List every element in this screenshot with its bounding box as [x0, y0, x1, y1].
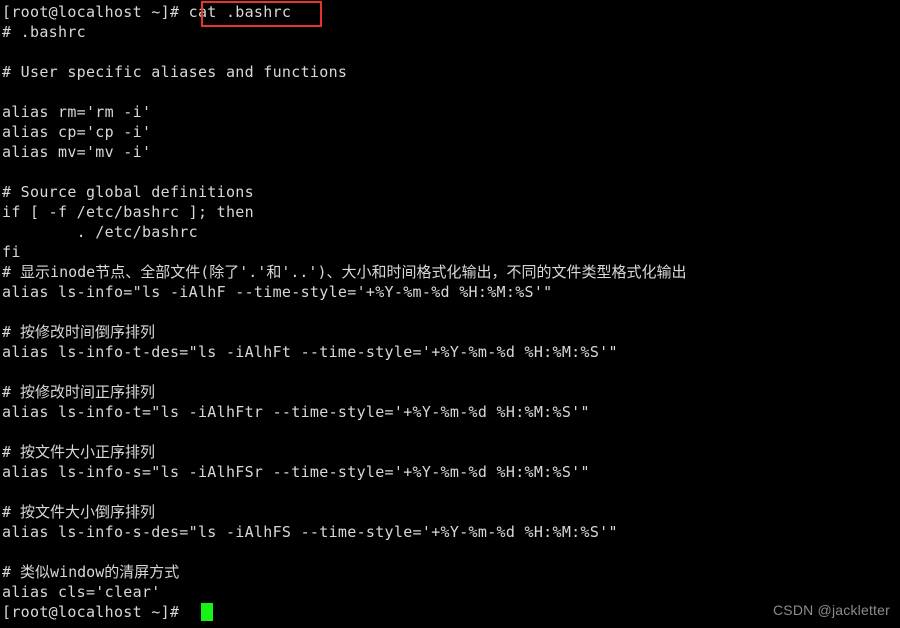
- terminal-window[interactable]: [root@localhost ~]# cat .bashrc # .bashr…: [0, 0, 900, 628]
- terminal-line: alias cp='cp -i': [2, 123, 152, 141]
- terminal-line: if [ -f /etc/bashrc ]; then: [2, 203, 254, 221]
- terminal-line: # 按文件大小正序排列: [2, 443, 156, 461]
- terminal-line: # Source global definitions: [2, 183, 254, 201]
- terminal-output-area[interactable]: [root@localhost ~]# cat .bashrc # .bashr…: [0, 2, 900, 622]
- terminal-line: alias mv='mv -i': [2, 143, 152, 161]
- terminal-line: # 显示inode节点、全部文件(除了'.'和'..')、大小和时间格式化输出，…: [2, 263, 687, 281]
- terminal-line: # 按修改时间倒序排列: [2, 323, 156, 341]
- terminal-line: [root@localhost ~]# cat .bashrc: [2, 3, 292, 21]
- terminal-line: # 类似window的清屏方式: [2, 563, 180, 581]
- terminal-line: alias ls-info-t="ls -iAlhFtr --time-styl…: [2, 403, 590, 421]
- terminal-line: alias ls-info-s="ls -iAlhFSr --time-styl…: [2, 463, 590, 481]
- terminal-prompt-line: [root@localhost ~]#: [2, 603, 189, 621]
- terminal-line: # .bashrc: [2, 23, 86, 41]
- terminal-line: alias rm='rm -i': [2, 103, 152, 121]
- terminal-line: . /etc/bashrc: [2, 223, 198, 241]
- terminal-line: # 按文件大小倒序排列: [2, 503, 156, 521]
- terminal-line: alias ls-info-t-des="ls -iAlhFt --time-s…: [2, 343, 618, 361]
- terminal-cursor: [201, 603, 213, 621]
- terminal-line: alias ls-info-s-des="ls -iAlhFS --time-s…: [2, 523, 618, 541]
- terminal-line: # 按修改时间正序排列: [2, 383, 156, 401]
- terminal-line: alias ls-info="ls -iAlhF --time-style='+…: [2, 283, 553, 301]
- watermark-label: CSDN @jackletter: [773, 602, 890, 618]
- terminal-line: alias cls='clear': [2, 583, 161, 601]
- terminal-line: fi: [2, 243, 21, 261]
- terminal-line: # User specific aliases and functions: [2, 63, 348, 81]
